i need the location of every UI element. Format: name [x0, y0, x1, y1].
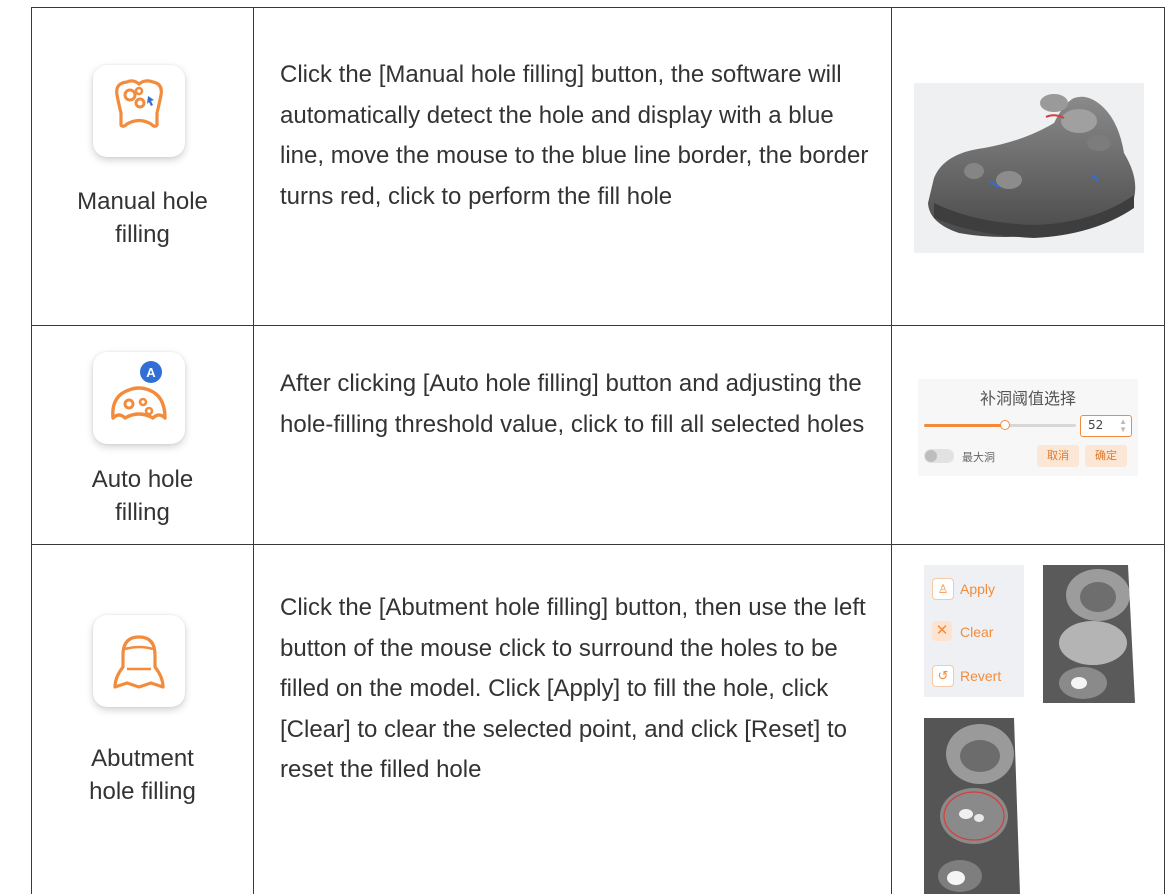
row-label: Manual hole filling [40, 185, 245, 251]
row-label-line: Auto hole [91, 466, 194, 493]
row-divider-2 [31, 544, 1165, 545]
max-hole-toggle[interactable] [924, 449, 954, 463]
threshold-panel-screenshot: 补洞阈值选择 52 ▲ ▼ 最大洞 取消 确定 [918, 379, 1138, 476]
row-label-line: Manual hole [77, 188, 208, 215]
toggle-knob [925, 450, 937, 462]
row-label-line: hole filling [89, 778, 196, 805]
abutment-menu-screenshot: ♙ Apply ✕ Clear ↺ Revert [924, 565, 1024, 697]
abutment-hole-filling-icon [113, 635, 165, 689]
row-label-line: filling [115, 499, 170, 526]
tooth-icon: ♙ [932, 578, 954, 600]
row-description: Click the [Abutment hole filling] button… [280, 594, 866, 783]
menu-item-clear[interactable]: ✕ Clear [932, 618, 1022, 644]
row-description: After clicking [Auto hole filling] butto… [280, 370, 865, 438]
auto-badge-letter: A [146, 365, 156, 380]
cancel-button[interactable]: 取消 [1037, 445, 1079, 467]
threshold-value: 52 [1088, 418, 1104, 432]
auto-hole-filling-button[interactable]: A [93, 352, 185, 444]
row-description: Click the [Manual hole filling] button, … [280, 61, 869, 210]
close-icon: ✕ [932, 621, 952, 641]
abutment-selection-image [924, 718, 1025, 894]
max-hole-label: 最大洞 [962, 451, 995, 464]
manual-hole-filling-button[interactable] [93, 65, 185, 157]
table-border-left [31, 7, 32, 894]
row-label-line: Abutment [91, 745, 194, 772]
abutment-model-image [1043, 565, 1143, 703]
stepper-icon[interactable]: ▲ ▼ [1119, 418, 1127, 434]
confirm-button[interactable]: 确定 [1085, 445, 1127, 467]
menu-item-label: Clear [960, 624, 994, 640]
abutment-model-top-screenshot [1043, 565, 1143, 703]
auto-hole-filling-icon: A [111, 361, 167, 420]
menu-item-label: Apply [960, 581, 996, 597]
threshold-value-field[interactable]: 52 ▲ ▼ [1080, 415, 1132, 437]
menu-item-apply[interactable]: ♙ Apply [932, 575, 1022, 601]
row-label: Auto hole filling [40, 463, 245, 529]
threshold-slider-handle[interactable] [1000, 420, 1010, 430]
column-divider-2 [891, 7, 892, 894]
row-divider-1 [31, 325, 1165, 326]
dental-model-image [928, 94, 1136, 238]
revert-icon: ↺ [932, 665, 954, 687]
column-divider-1 [253, 7, 254, 894]
threshold-slider-track[interactable] [924, 420, 1076, 430]
menu-item-label: Revert [960, 668, 1002, 684]
manual-fill-model-screenshot [914, 83, 1144, 253]
table-border-top [31, 7, 1165, 8]
row-label-line: filling [115, 221, 170, 248]
table-border-right [1164, 7, 1165, 894]
threshold-slider-fill [924, 424, 1004, 427]
abutment-model-selection-screenshot [924, 718, 1025, 894]
threshold-panel-title: 补洞阈值选择 [979, 389, 1076, 408]
abutment-hole-filling-button[interactable] [93, 615, 185, 707]
manual-hole-filling-icon [115, 79, 163, 128]
menu-item-revert[interactable]: ↺ Revert [932, 662, 1022, 688]
row-label: Abutment hole filling [40, 742, 245, 808]
